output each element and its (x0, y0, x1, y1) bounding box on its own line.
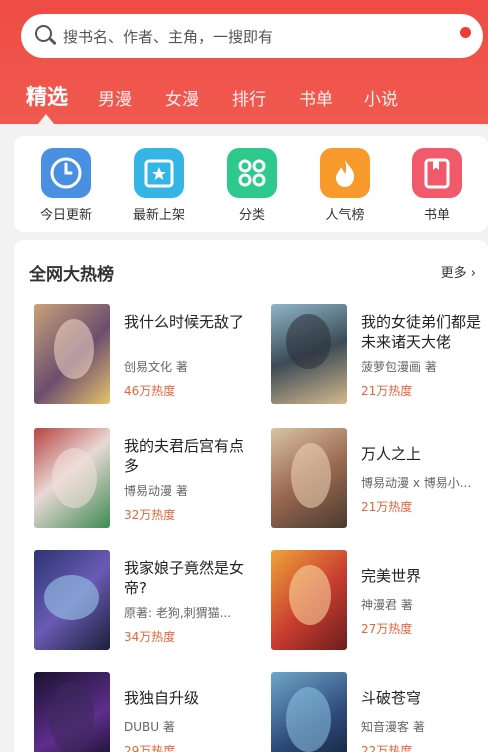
book-title[interactable]: 万人之上 (361, 444, 486, 464)
book-title[interactable]: 斗破苍穹 (361, 688, 486, 708)
quick-booklist[interactable]: 书单 (397, 148, 477, 223)
book-heat: 22万热度 (361, 744, 413, 752)
quick-categories[interactable]: 分类 (212, 148, 292, 223)
quick-label: 人气榜 (325, 208, 365, 223)
book-author: 神漫君 著 (361, 598, 413, 612)
quick-label: 今日更新 (39, 208, 92, 223)
grid-icon (227, 148, 277, 198)
book-cover[interactable] (271, 304, 347, 404)
book-cover[interactable] (271, 672, 347, 752)
book-heat: 32万热度 (124, 508, 176, 522)
header: 搜书名、作者、主角，一搜即有 精选 男漫 女漫 排行 书单 小说 (0, 0, 488, 124)
book-heat: 21万热度 (361, 384, 413, 398)
more-link[interactable]: 更多 › (441, 262, 476, 281)
book-title[interactable]: 我家娘子竟然是女帝? (124, 558, 249, 598)
book-heat: 34万热度 (124, 630, 176, 644)
tab-indicator (38, 114, 54, 124)
book-heat: 46万热度 (124, 384, 176, 398)
book-card[interactable]: 万人之上 博易动漫 x 博易小... 21万热度 (271, 428, 488, 528)
book-card[interactable]: 我的女徒弟们都是未来诸天大佬 菠萝包漫画 著 21万热度 (271, 304, 488, 404)
tab-featured[interactable]: 精选 (26, 81, 68, 111)
book-icon (412, 148, 462, 198)
book-author: 创易文化 著 (124, 360, 188, 374)
book-heat: 27万热度 (361, 622, 413, 636)
search-icon (35, 25, 57, 47)
book-title[interactable]: 我独自升级 (124, 688, 249, 708)
category-tabs: 精选 男漫 女漫 排行 书单 小说 (0, 76, 488, 116)
book-heat: 29万热度 (124, 744, 176, 752)
book-author: 原著: 老狗,刺猬猫... (124, 606, 232, 620)
book-card[interactable]: 我独自升级 DUBU 著 29万热度 (34, 672, 264, 752)
quick-today-update[interactable]: 今日更新 (26, 148, 106, 223)
book-cover[interactable] (34, 428, 110, 528)
book-heat: 21万热度 (361, 500, 413, 514)
book-card[interactable]: 斗破苍穹 知音漫客 著 22万热度 (271, 672, 488, 752)
book-card[interactable]: 我的夫君后宫有点多 博易动漫 著 32万热度 (34, 428, 264, 528)
quick-popular[interactable]: 人气榜 (305, 148, 385, 223)
book-card[interactable]: 我家娘子竟然是女帝? 原著: 老狗,刺猬猫... 34万热度 (34, 550, 264, 650)
book-title[interactable]: 完美世界 (361, 566, 486, 586)
quick-label: 分类 (238, 208, 265, 223)
book-title[interactable]: 我的夫君后宫有点多 (124, 436, 249, 476)
book-cover[interactable] (34, 550, 110, 650)
book-author: 菠萝包漫画 著 (361, 360, 437, 374)
section-title: 全网大热榜 (29, 265, 114, 285)
book-cover[interactable] (34, 304, 110, 404)
search-bar[interactable]: 搜书名、作者、主角，一搜即有 (21, 14, 483, 58)
tab-male-comics[interactable]: 男漫 (98, 85, 132, 110)
notification-dot[interactable] (460, 27, 471, 38)
quick-label: 书单 (423, 208, 450, 223)
star-box-icon (134, 148, 184, 198)
book-author: 博易动漫 著 (124, 484, 188, 498)
book-author: 博易动漫 x 博易小... (361, 476, 472, 490)
quick-links: 今日更新 最新上架 分类 人气榜 书单 (14, 136, 488, 232)
more-label: 更多 (440, 266, 467, 281)
hot-ranking-section: 全网大热榜 更多 › 我什么时候无敌了 创易文化 著 46万热度 我的女徒弟们都… (14, 240, 488, 752)
book-author: DUBU 著 (124, 720, 175, 734)
tab-booklist[interactable]: 书单 (299, 85, 333, 110)
fire-icon (320, 148, 370, 198)
book-author: 知音漫客 著 (361, 720, 425, 734)
book-card[interactable]: 我什么时候无敌了 创易文化 著 46万热度 (34, 304, 264, 404)
quick-label: 最新上架 (132, 208, 185, 223)
book-cover[interactable] (271, 428, 347, 528)
quick-new-arrivals[interactable]: 最新上架 (119, 148, 199, 223)
book-card[interactable]: 完美世界 神漫君 著 27万热度 (271, 550, 488, 650)
clock-icon (41, 148, 91, 198)
tab-female-comics[interactable]: 女漫 (165, 85, 199, 110)
book-title[interactable]: 我什么时候无敌了 (124, 312, 249, 332)
tab-novels[interactable]: 小说 (364, 85, 398, 110)
search-placeholder: 搜书名、作者、主角，一搜即有 (63, 27, 274, 46)
book-title[interactable]: 我的女徒弟们都是未来诸天大佬 (361, 312, 486, 352)
tab-ranking[interactable]: 排行 (232, 85, 266, 110)
book-cover[interactable] (34, 672, 110, 752)
book-cover[interactable] (271, 550, 347, 650)
